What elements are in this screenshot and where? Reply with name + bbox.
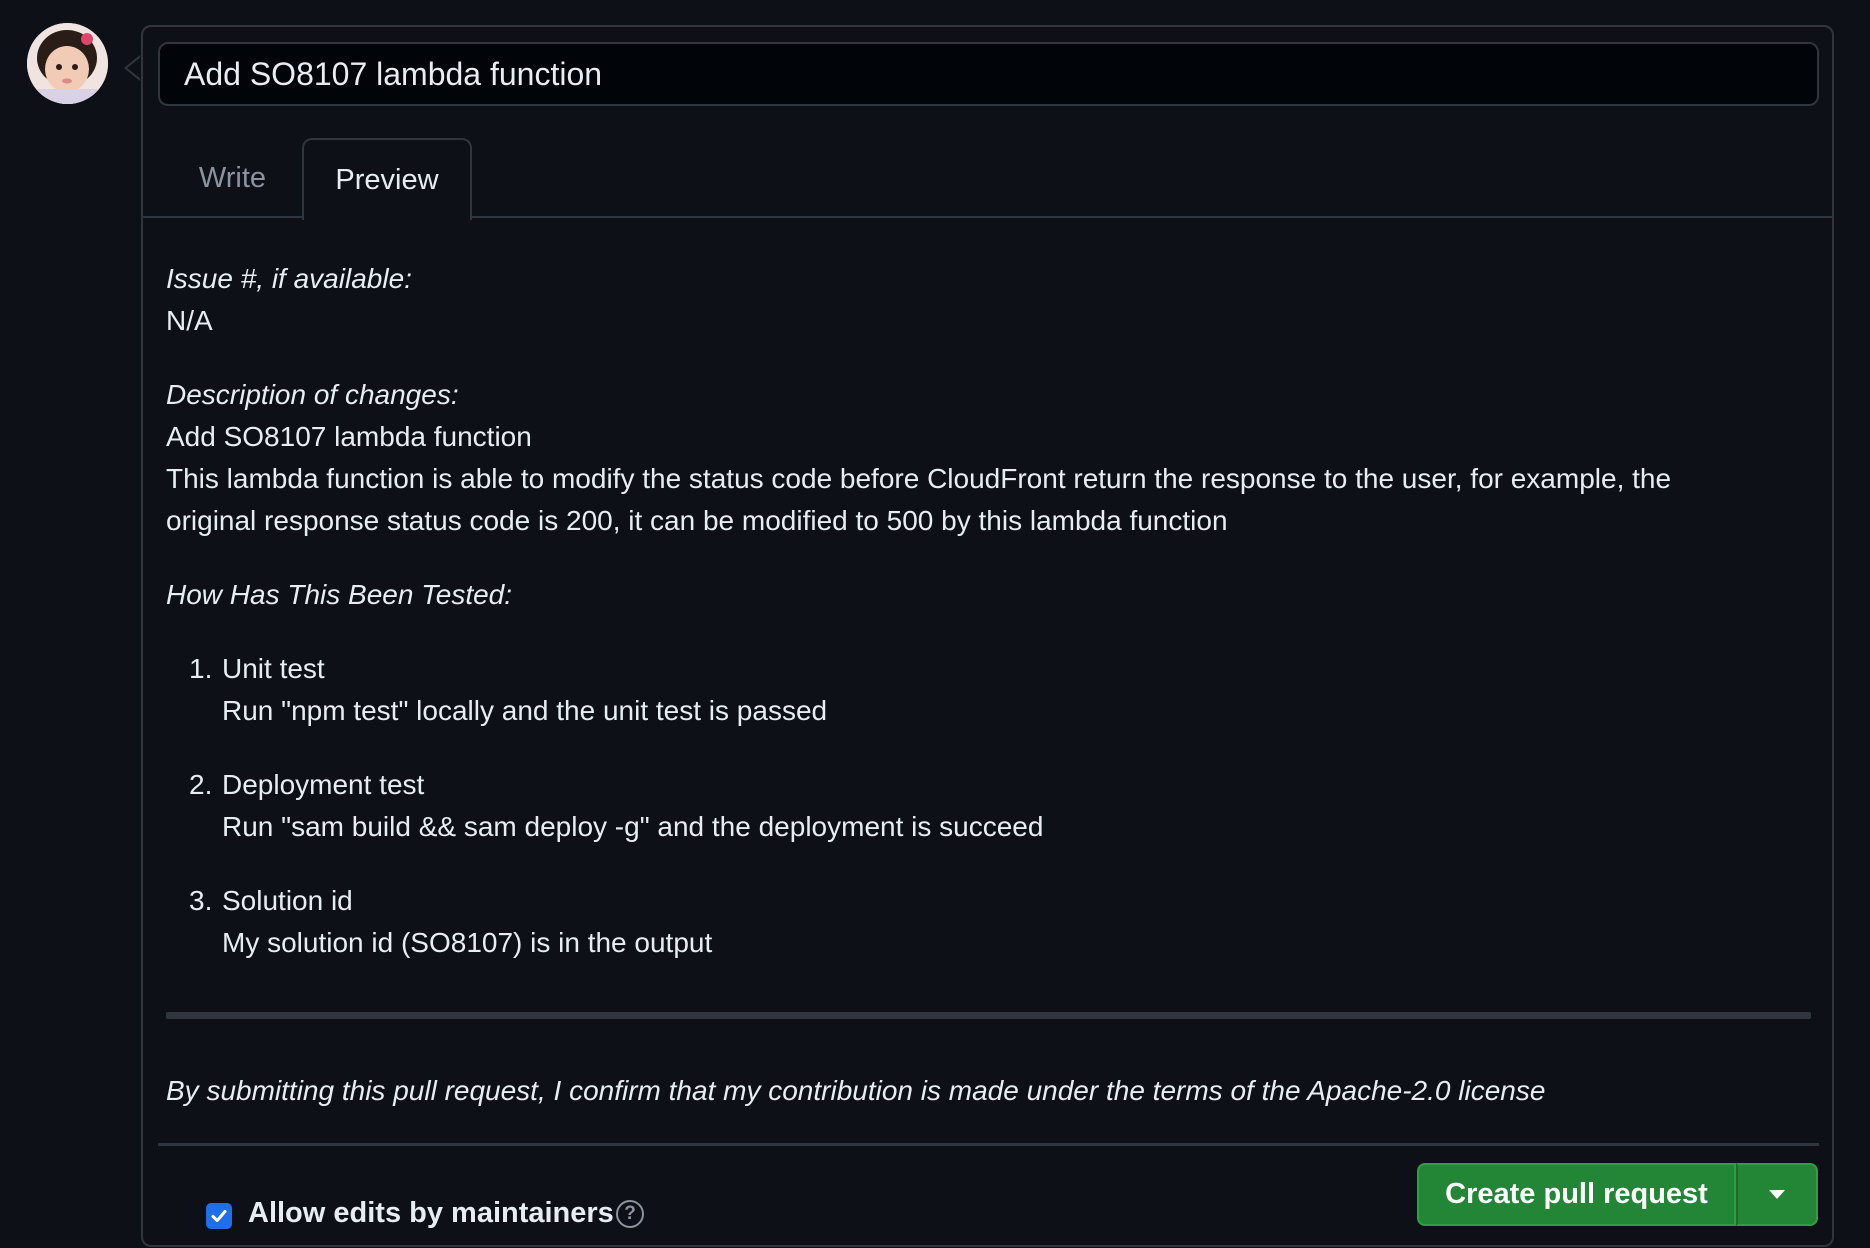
description-line: Add SO8107 lambda function <box>166 421 532 452</box>
list-number: 2. <box>189 769 213 800</box>
license-note: By submitting this pull request, I confi… <box>166 1075 1546 1106</box>
test-title: Unit test <box>222 653 325 684</box>
test-title: Deployment test <box>222 769 425 800</box>
horizontal-rule <box>166 1012 1811 1019</box>
test-detail: Run "sam build && sam deploy -g" and the… <box>222 811 1044 842</box>
avatar[interactable] <box>27 23 108 104</box>
tab-preview[interactable]: Preview <box>302 138 472 220</box>
tested-heading: How Has This Been Tested: <box>166 579 513 610</box>
footer-divider <box>158 1143 1819 1146</box>
help-icon[interactable]: ? <box>616 1200 644 1228</box>
pr-title-input[interactable] <box>158 42 1819 106</box>
description-line: original response status code is 200, it… <box>166 505 1228 536</box>
issue-heading: Issue #, if available: <box>166 263 412 294</box>
test-detail: My solution id (SO8107) is in the output <box>222 927 713 958</box>
issue-value: N/A <box>166 305 213 336</box>
test-detail: Run "npm test" locally and the unit test… <box>222 695 828 726</box>
test-title: Solution id <box>222 885 353 916</box>
create-options-dropdown-button[interactable] <box>1736 1163 1818 1226</box>
description-line: This lambda function is able to modify t… <box>166 463 1672 494</box>
tab-write[interactable]: Write <box>165 138 300 218</box>
check-icon <box>211 1210 227 1222</box>
comment-caret-fill <box>127 57 141 79</box>
caret-down-icon <box>1769 1190 1785 1199</box>
create-pull-request-button[interactable]: Create pull request <box>1417 1163 1736 1226</box>
allow-edits-label[interactable]: Allow edits by maintainers <box>248 1197 614 1230</box>
allow-edits-checkbox[interactable] <box>206 1203 232 1229</box>
description-heading: Description of changes: <box>166 379 459 410</box>
list-number: 3. <box>189 885 213 916</box>
list-number: 1. <box>189 653 213 684</box>
